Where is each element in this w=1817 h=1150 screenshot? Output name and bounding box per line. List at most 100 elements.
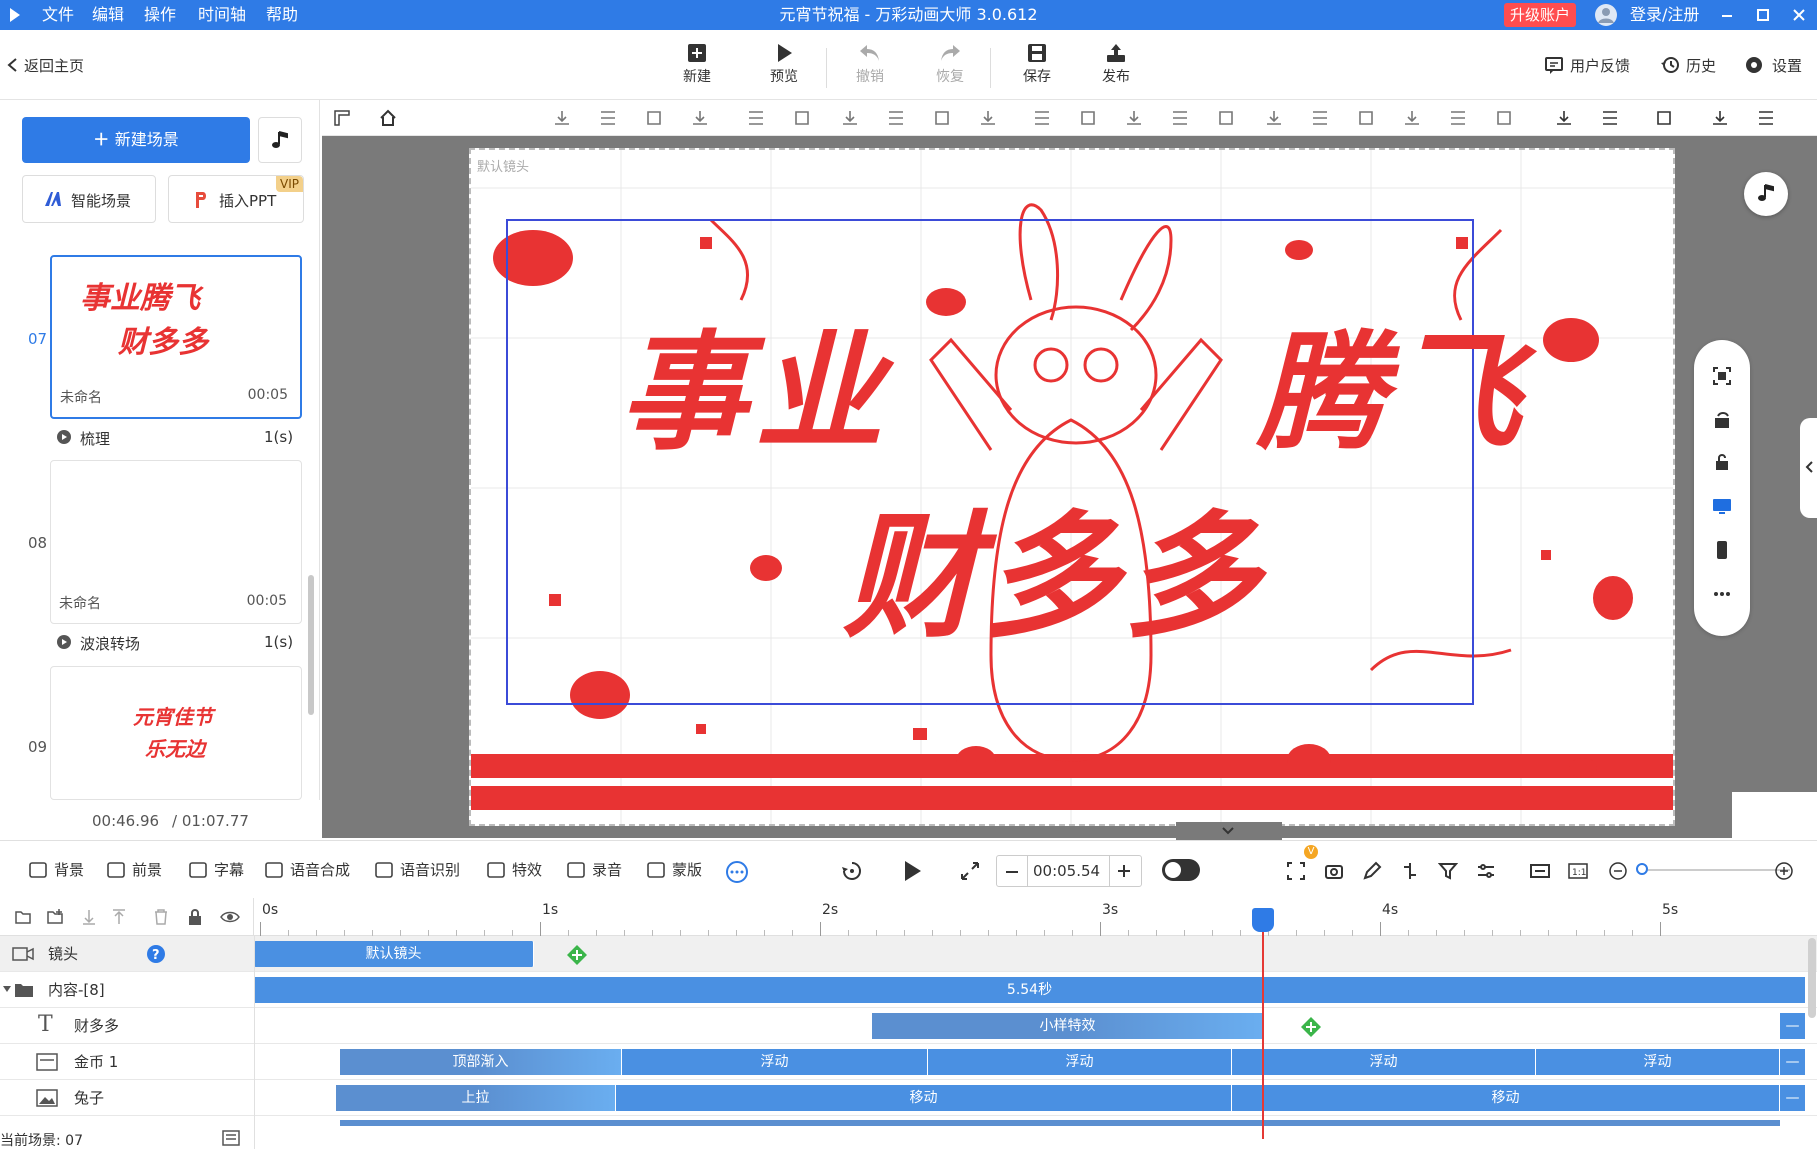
zoom-out-icon[interactable] [1600,108,1620,128]
copy-icon[interactable] [1710,108,1730,128]
fit-screen-icon[interactable] [1712,366,1732,386]
login-link[interactable]: 登录/注册 [1630,0,1699,30]
timeline-row-text[interactable]: T 财多多 小样特效 — [0,1008,1817,1044]
maximize-icon[interactable] [1756,8,1770,22]
timeline-row-coin[interactable]: 金币 1 顶部渐入 浮动 浮动 浮动 浮动 — [0,1044,1817,1080]
distribute-h-icon[interactable] [1032,108,1052,128]
canvas-text-line1a[interactable]: 事业 [619,330,891,458]
group-icon[interactable] [1216,108,1236,128]
minus-icon[interactable] [1005,865,1019,879]
playhead-handle[interactable] [1252,908,1274,932]
align-right-icon[interactable] [1310,108,1330,128]
preview-button[interactable]: 预览 [749,38,819,94]
align-h-icon[interactable] [1124,108,1144,128]
timeline-bar[interactable]: 5.54秒 [254,977,1806,1003]
timeline-bar[interactable]: 移动 [1232,1085,1780,1111]
align-left-icon[interactable] [1264,108,1284,128]
delete-icon[interactable] [152,908,170,926]
rewind-icon[interactable] [840,859,864,883]
redo-button[interactable]: 恢复 [915,38,985,94]
collapse-bottom-handle[interactable] [1176,822,1282,840]
timeline-bar[interactable]: 浮动 [1232,1049,1536,1075]
actual-size-icon[interactable]: 1:1 [1568,861,1588,881]
loop-toggle[interactable] [1162,859,1200,881]
timeline-row-rabbit[interactable]: 兔子 上拉 移动 移动 — [0,1080,1817,1116]
save-button[interactable]: 保存 [1002,38,1072,94]
align-top-edge-icon[interactable] [1402,108,1422,128]
rotate-icon[interactable] [1712,410,1732,430]
delete-icon[interactable] [932,108,952,128]
timeline-bar-end[interactable]: — [1780,1085,1806,1111]
frame-icon[interactable] [1286,861,1306,881]
menu-help[interactable]: 帮助 [266,0,298,30]
rotate-icon[interactable] [886,108,906,128]
canvas-text-line2[interactable]: 财多多 [843,510,1263,646]
feedback-link[interactable]: 用户反馈 [1570,52,1630,80]
portrait-screen-icon[interactable] [1712,540,1732,560]
adjust-icon[interactable] [1476,861,1496,881]
minimize-icon[interactable] [1720,8,1734,22]
menu-file[interactable]: 文件 [42,0,74,30]
transition-play-icon[interactable] [56,634,72,650]
insert-ppt-button[interactable]: 插入PPT VIP [168,175,304,223]
upgrade-button[interactable]: 升级账户 [1504,3,1577,27]
timeline-bar[interactable]: 小样特效 [872,1013,1264,1039]
align-top-icon[interactable] [598,108,618,128]
timeline-row-camera[interactable]: 镜头 ? 默认镜头 [0,936,1817,972]
canvas-music-button[interactable] [1744,172,1788,216]
unlock-icon[interactable] [1654,108,1674,128]
time-input[interactable]: 00:05.54 [1033,862,1100,880]
transition-name[interactable]: 波浪转场 [80,633,140,654]
collapse-panel-handle[interactable] [1800,418,1817,518]
record-button[interactable]: 录音 [566,859,622,881]
unlock-icon[interactable] [1712,452,1732,472]
center-h-icon[interactable] [1356,108,1376,128]
center-v-icon[interactable] [1494,108,1514,128]
timeline-bar[interactable]: 浮动 [928,1049,1232,1075]
smart-scene-button[interactable]: 智能场景 [22,175,156,223]
timeline-bar-end[interactable]: — [1780,1049,1806,1075]
scene-card-08[interactable]: 未命名 00:05 [50,460,302,624]
user-avatar-icon[interactable] [1594,3,1618,27]
split-icon[interactable] [1400,861,1420,881]
undo-button[interactable]: 撤销 [835,38,905,94]
lock-icon[interactable] [186,908,204,926]
transition-name[interactable]: 梳理 [80,428,110,449]
add-keyframe-icon[interactable] [566,944,588,966]
background-button[interactable]: 背景 [28,859,84,881]
landscape-screen-icon[interactable] [1712,496,1732,516]
history-link[interactable]: 历史 [1686,52,1716,80]
zoom-slider-thumb[interactable] [1636,863,1648,875]
menu-operate[interactable]: 操作 [144,0,176,30]
mask-button[interactable]: 蒙版 [646,859,702,881]
timeline-bar-end[interactable]: — [1780,1013,1806,1039]
timeline-scrollbar[interactable] [1808,938,1816,1018]
transition-play-icon[interactable] [56,429,72,445]
flip-horizontal-icon[interactable] [746,108,766,128]
crop-icon[interactable] [978,108,998,128]
paste-icon[interactable] [1756,108,1776,128]
distribute-v-icon[interactable] [1078,108,1098,128]
close-icon[interactable] [1792,8,1806,22]
timeline-bar[interactable]: 移动 [616,1085,1232,1111]
zoom-in-icon[interactable] [1554,108,1574,128]
scene-music-button[interactable] [258,117,302,163]
add-folder-icon[interactable] [14,908,32,926]
zoom-slider-track[interactable] [1640,869,1790,871]
effects-button[interactable]: 特效 [486,859,542,881]
align-middle-icon[interactable] [644,108,664,128]
expand-triangle-icon[interactable] [2,984,12,994]
more-icon[interactable] [1712,584,1732,604]
time-ruler[interactable]: 0s 1s 2s 3s 4s 5s [254,898,1817,936]
timeline-bar[interactable]: 上拉 [336,1085,616,1111]
eye-icon[interactable] [220,908,240,926]
stage[interactable]: 默认镜头 事业 腾飞 财多多 [469,148,1675,826]
subtitle-button[interactable]: 字幕 [188,859,244,881]
canvas-text-line1b[interactable]: 腾飞 [1257,330,1529,458]
camera-icon[interactable] [1324,861,1344,881]
plus-icon[interactable] [1117,864,1131,878]
more-options-icon[interactable] [726,861,748,883]
zoom-out-icon[interactable] [1608,861,1628,881]
speech-recognition-button[interactable]: 语音识别 [374,859,460,881]
timeline-bar[interactable]: 浮动 [1536,1049,1780,1075]
